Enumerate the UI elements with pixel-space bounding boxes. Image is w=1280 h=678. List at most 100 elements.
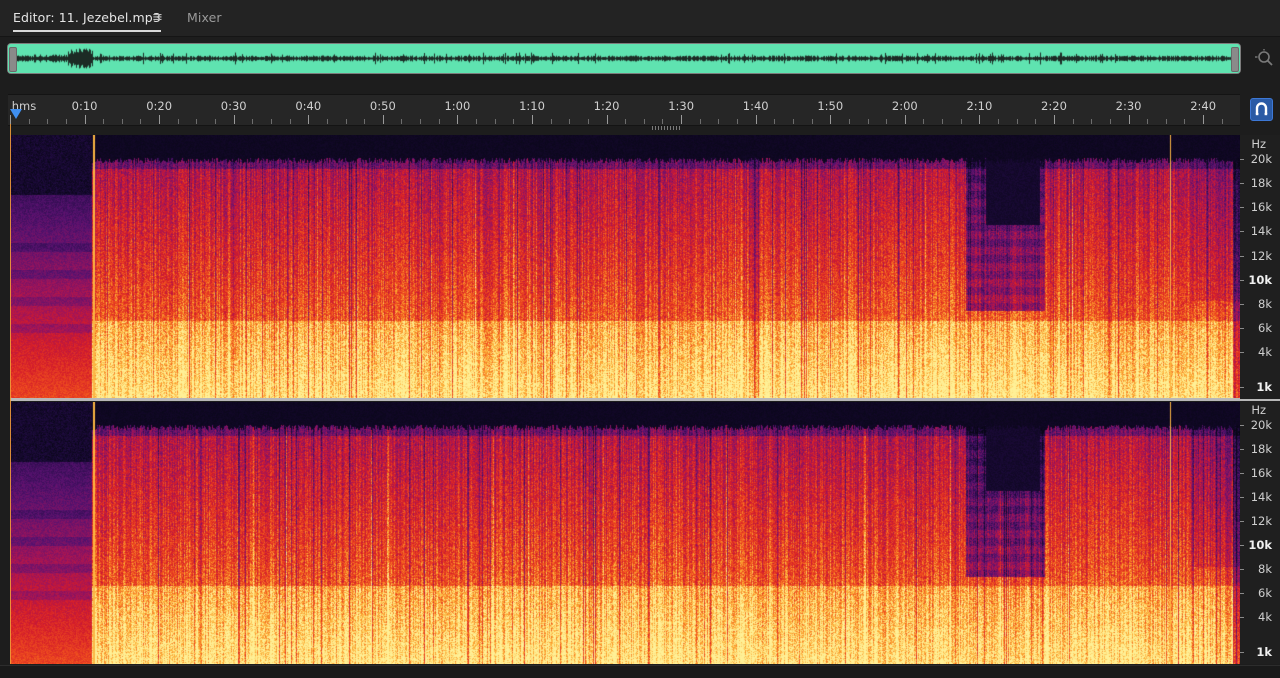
ruler-tick xyxy=(233,115,235,124)
ruler-tick xyxy=(289,119,291,124)
spectral-channel-left[interactable] xyxy=(10,135,1240,399)
ruler-tick xyxy=(1035,119,1037,124)
ruler-tick-label: 2:20 xyxy=(1041,99,1067,113)
ruler-tick xyxy=(65,119,67,124)
horizontal-scrollbar[interactable] xyxy=(0,665,1280,678)
overview-right-handle[interactable] xyxy=(1231,47,1239,72)
frequency-label: 6k xyxy=(1258,586,1272,600)
ruler-tick xyxy=(420,119,422,124)
ruler-tick-label: 1:50 xyxy=(817,99,844,113)
frequency-label: 20k xyxy=(1250,152,1272,166)
panel-resize-grip[interactable] xyxy=(652,126,680,130)
frequency-tick xyxy=(1240,352,1244,353)
frequency-tick xyxy=(1240,231,1244,233)
frequency-label: 16k xyxy=(1250,466,1272,480)
ruler-tick xyxy=(886,119,888,124)
ruler-tick-label: 0:50 xyxy=(369,99,396,113)
snap-magnet-button[interactable] xyxy=(1250,98,1273,121)
channel-divider xyxy=(10,398,1280,401)
ruler-tick xyxy=(755,115,757,124)
ruler-tick xyxy=(252,119,254,124)
magnet-icon xyxy=(1255,102,1268,116)
frequency-axis-left: Hz 20k 18k 16k 14k 12k 10k 8k 6k 4k 1k xyxy=(1240,135,1280,399)
ruler-tick xyxy=(643,119,645,124)
playhead-marker-icon[interactable] xyxy=(10,109,22,119)
ruler-tick xyxy=(47,119,49,124)
ruler-tick-label: 1:30 xyxy=(668,99,695,113)
frequency-tick xyxy=(1240,569,1244,570)
ruler-tick xyxy=(681,115,683,124)
ruler-tick xyxy=(699,119,701,124)
ruler-tick xyxy=(84,115,86,124)
frequency-label: 20k xyxy=(1250,418,1272,432)
ruler-tick xyxy=(513,119,515,124)
frequency-label: 10k xyxy=(1248,272,1272,287)
ruler-tick xyxy=(867,119,869,124)
hz-unit-label: Hz xyxy=(1251,137,1266,151)
overview-left-handle[interactable] xyxy=(9,47,17,72)
frequency-axis-right: Hz 20k 18k 16k 14k 12k 10k 8k 6k 4k 1k xyxy=(1240,401,1280,664)
panel-menu-icon[interactable]: ≡ xyxy=(152,10,163,25)
ruler-tick xyxy=(308,115,310,124)
ruler-tick xyxy=(159,115,161,124)
frequency-label: 1k xyxy=(1256,645,1272,659)
ruler-tick-label: 1:10 xyxy=(519,99,545,113)
ruler-tick xyxy=(923,119,925,124)
tab-mixer[interactable]: Mixer xyxy=(187,10,222,25)
ruler-tick xyxy=(811,119,813,124)
ruler-tick xyxy=(569,119,571,124)
spectrogram-left-canvas xyxy=(10,135,1240,399)
ruler-tick xyxy=(28,119,30,124)
ruler-tick xyxy=(718,119,720,124)
frequency-label: 4k xyxy=(1258,610,1272,624)
ruler-tick-label: 1:20 xyxy=(593,99,620,113)
ruler-tick xyxy=(587,119,589,124)
ruler-tick xyxy=(1221,119,1223,124)
timeline-ruler[interactable]: hms 0:10 0:20 0:30 0:40 0:50 1:00 1:10 1:20 1:30… xyxy=(8,94,1240,126)
ruler-tick xyxy=(215,119,217,124)
ruler-tick-label: 0:30 xyxy=(220,99,247,113)
frequency-tick xyxy=(1240,473,1244,474)
playhead-line[interactable] xyxy=(10,124,11,664)
ruler-tick xyxy=(364,119,366,124)
frequency-label: 18k xyxy=(1250,176,1272,191)
ruler-tick xyxy=(848,119,850,124)
ruler-tick xyxy=(270,119,272,124)
zoom-navigator-icon[interactable] xyxy=(1254,48,1274,68)
ruler-tick xyxy=(979,115,981,124)
frequency-tick xyxy=(1240,387,1244,388)
ruler-tick xyxy=(401,119,403,124)
frequency-label: 14k xyxy=(1250,224,1272,239)
ruler-tick xyxy=(1109,119,1111,124)
ruler-tick xyxy=(438,119,440,124)
frequency-label: 8k xyxy=(1258,296,1272,311)
ruler-tick xyxy=(774,119,776,124)
ruler-tick xyxy=(1072,119,1074,124)
ruler-tick xyxy=(196,119,198,124)
ruler-tick xyxy=(103,119,105,124)
ruler-tick xyxy=(457,115,459,124)
frequency-tick xyxy=(1240,652,1244,653)
overview-waveform[interactable] xyxy=(7,43,1241,74)
ruler-tick xyxy=(1016,119,1018,124)
ruler-tick xyxy=(830,115,832,124)
ruler-tick xyxy=(606,115,608,124)
frequency-tick xyxy=(1240,617,1244,618)
frequency-label: 12k xyxy=(1250,514,1272,528)
frequency-label: 6k xyxy=(1258,320,1272,335)
ruler-tick xyxy=(476,119,478,124)
ruler-tick xyxy=(121,119,123,124)
frequency-label: 8k xyxy=(1258,562,1272,576)
ruler-tick xyxy=(1165,119,1167,124)
frequency-tick xyxy=(1240,279,1244,281)
tab-editor[interactable]: Editor: 11. Jezebel.mp3 xyxy=(13,10,161,32)
ruler-tick xyxy=(140,119,142,124)
ruler-tick xyxy=(960,119,962,124)
frequency-tick xyxy=(1240,497,1244,498)
spectral-channel-right[interactable] xyxy=(10,402,1240,664)
ruler-tick-label: 0:20 xyxy=(146,99,173,113)
ruler-tick xyxy=(1147,119,1149,124)
ruler-tick-label: 0:10 xyxy=(71,99,98,113)
ruler-tick-label: 1:00 xyxy=(444,99,471,113)
ruler-tick-label: 1:40 xyxy=(742,99,769,113)
